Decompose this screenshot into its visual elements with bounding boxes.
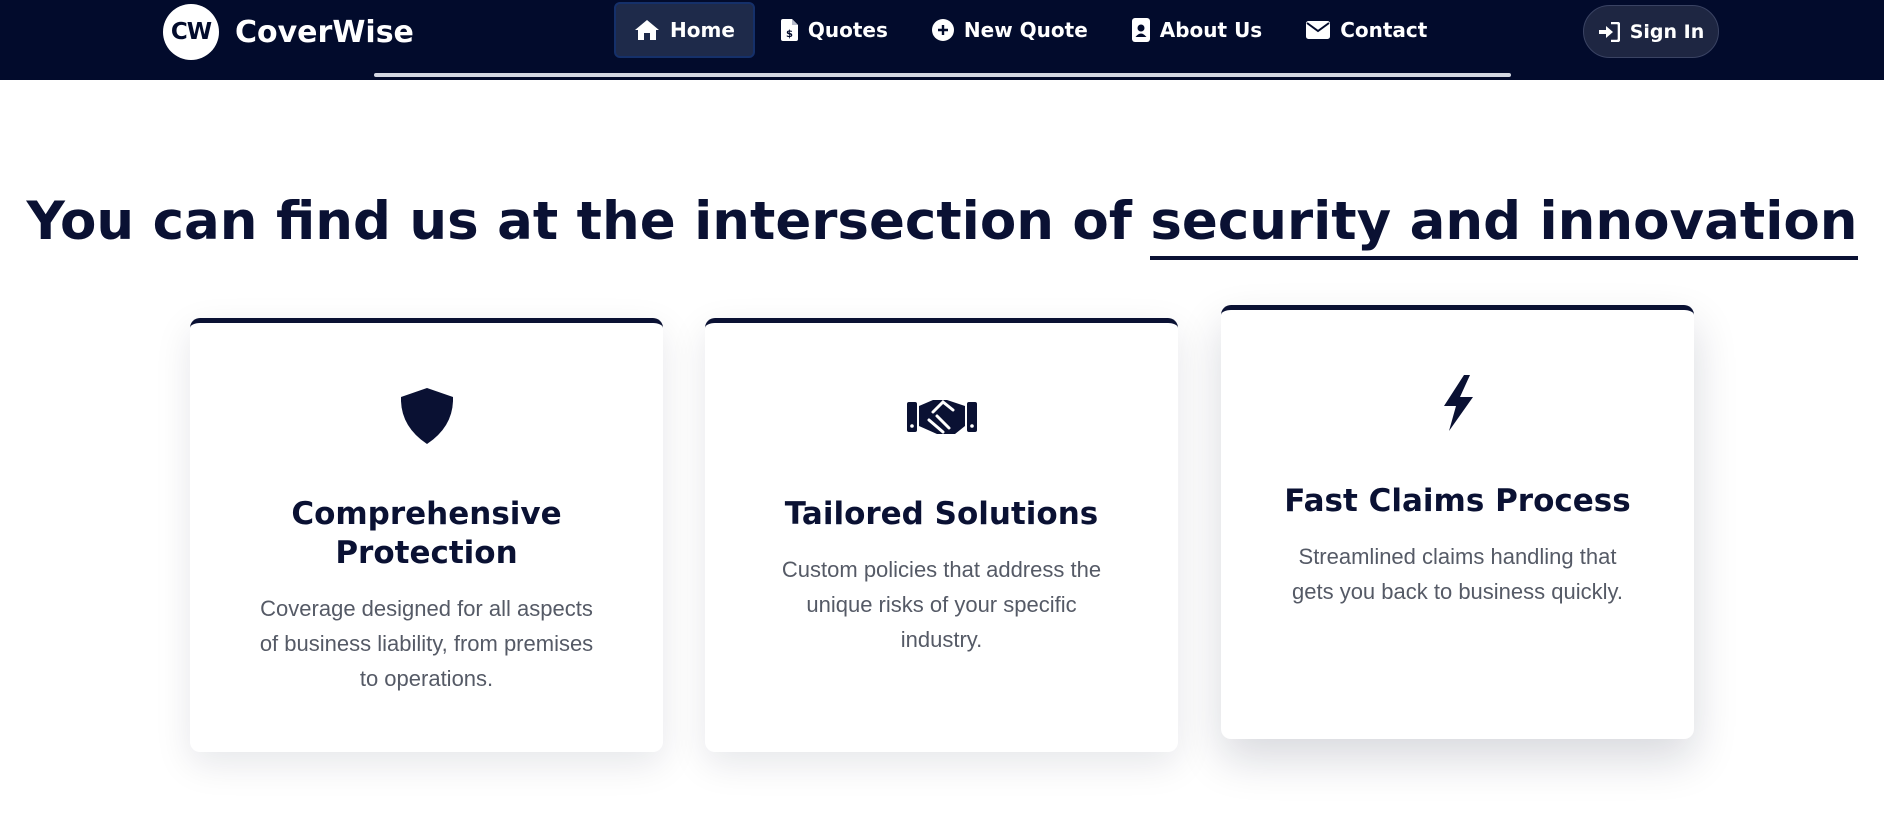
sign-in-label: Sign In — [1629, 20, 1705, 43]
feature-title: Fast Claims Process — [1284, 483, 1631, 519]
brand-logo[interactable]: CW — [163, 4, 219, 60]
nav-item-contact[interactable]: Contact — [1288, 2, 1445, 58]
home-icon — [634, 19, 660, 41]
nav-item-label: New Quote — [963, 18, 1088, 42]
feature-card-fast-claims: Fast Claims Process Streamlined claims h… — [1221, 305, 1694, 739]
feature-title: Tailored Solutions — [784, 496, 1099, 532]
feature-description: Coverage designed for all aspects of bus… — [259, 596, 594, 691]
handshake-icon — [705, 385, 1178, 447]
feature-card-tailored: Tailored Solutions Custom policies that … — [705, 318, 1178, 752]
brand-name[interactable]: CoverWise — [235, 15, 414, 50]
nav-item-quotes[interactable]: $ Quotes — [763, 2, 906, 58]
sign-in-icon — [1598, 21, 1620, 42]
nav-item-label: Home — [670, 18, 735, 42]
plus-circle-icon — [931, 19, 954, 41]
feature-description: Streamlined claims handling that gets yo… — [1292, 544, 1623, 604]
nav-item-new-quote[interactable]: New Quote — [914, 2, 1106, 58]
feature-title: Comprehensive Protection — [291, 496, 562, 571]
feature-card-protection: Comprehensive Protection Coverage design… — [190, 318, 663, 752]
nav-item-label: Contact — [1340, 18, 1428, 42]
nav-item-label: Quotes — [807, 18, 888, 42]
bolt-icon — [1221, 372, 1694, 434]
nav-item-about-us[interactable]: About Us — [1114, 2, 1280, 58]
headline-prefix: You can find us at the intersection of — [26, 191, 1151, 252]
hero-headline: You can find us at the intersection of s… — [0, 191, 1884, 260]
svg-text:$: $ — [786, 29, 793, 40]
shield-icon — [190, 385, 663, 447]
main-nav: Home $ Quotes New Quote About Us Contact — [614, 2, 1453, 58]
file-invoice-dollar-icon: $ — [780, 19, 798, 41]
headline-highlight: security and innovation — [1150, 191, 1858, 260]
top-navbar: CW CoverWise Home $ Quotes New Quote Abo… — [0, 0, 1884, 80]
sign-in-button[interactable]: Sign In — [1583, 5, 1719, 58]
nav-item-label: About Us — [1159, 18, 1263, 42]
nav-scroll-indicator — [374, 73, 1511, 77]
feature-description: Custom policies that address the unique … — [781, 557, 1102, 652]
brand[interactable]: CW CoverWise — [163, 4, 414, 60]
nav-item-home[interactable]: Home — [614, 2, 755, 58]
address-card-icon — [1131, 18, 1150, 42]
envelope-icon — [1306, 21, 1331, 39]
